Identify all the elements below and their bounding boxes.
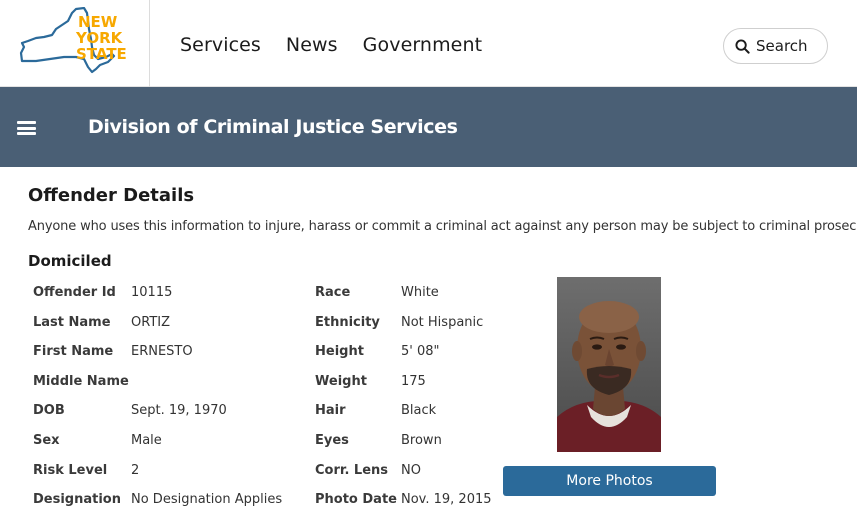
value-height: 5' 08"	[401, 344, 440, 359]
search-label: Search	[756, 37, 808, 55]
value-ethnicity: Not Hispanic	[401, 315, 484, 330]
label-middle-name: Middle Name	[33, 374, 129, 389]
value-dob: Sept. 19, 1970	[131, 403, 227, 418]
label-hair: Hair	[315, 403, 346, 418]
header-divider	[149, 0, 150, 87]
value-hair: Black	[401, 403, 437, 418]
search-button[interactable]: Search	[723, 28, 828, 64]
value-race: White	[401, 285, 439, 300]
label-ethnicity: Ethnicity	[315, 315, 380, 330]
page-title: Offender Details	[28, 185, 195, 206]
value-photo-date: Nov. 19, 2015	[401, 492, 492, 507]
value-last-name: ORTIZ	[131, 315, 170, 330]
nav-government[interactable]: Government	[363, 34, 483, 56]
label-race: Race	[315, 285, 351, 300]
label-last-name: Last Name	[33, 315, 111, 330]
label-dob: DOB	[33, 403, 65, 418]
nav-services[interactable]: Services	[180, 34, 261, 56]
section-title-domiciled: Domiciled	[28, 252, 112, 270]
agency-title[interactable]: Division of Criminal Justice Services	[88, 116, 458, 138]
ny-state-logo[interactable]: NEW YORK STATE	[14, 7, 130, 75]
value-sex: Male	[131, 433, 162, 448]
label-sex: Sex	[33, 433, 60, 448]
more-photos-button[interactable]: More Photos	[503, 466, 716, 496]
label-weight: Weight	[315, 374, 367, 389]
value-risk-level: 2	[131, 463, 140, 478]
offender-photo[interactable]	[557, 277, 661, 452]
search-icon	[735, 38, 750, 54]
warning-text: Anyone who uses this information to inju…	[28, 219, 857, 234]
value-eyes: Brown	[401, 433, 442, 448]
main-nav: Services News Government	[180, 34, 482, 56]
label-risk-level: Risk Level	[33, 463, 108, 478]
label-photo-date: Photo Date	[315, 492, 397, 507]
value-designation: No Designation Applies	[131, 492, 283, 507]
site-header: NEW YORK STATE Services News Government …	[0, 0, 857, 87]
label-corr-lens: Corr. Lens	[315, 463, 388, 478]
logo-text-state: STATE	[76, 45, 127, 63]
label-eyes: Eyes	[315, 433, 349, 448]
label-height: Height	[315, 344, 364, 359]
value-corr-lens: NO	[401, 463, 421, 478]
value-weight: 175	[401, 374, 426, 389]
value-offender-id: 10115	[131, 285, 173, 300]
label-designation: Designation	[33, 492, 121, 507]
label-first-name: First Name	[33, 344, 114, 359]
portrait-image	[557, 277, 661, 452]
nav-news[interactable]: News	[286, 34, 338, 56]
hamburger-menu-icon[interactable]	[17, 121, 36, 135]
value-first-name: ERNESTO	[131, 344, 193, 359]
label-offender-id: Offender Id	[33, 285, 116, 300]
